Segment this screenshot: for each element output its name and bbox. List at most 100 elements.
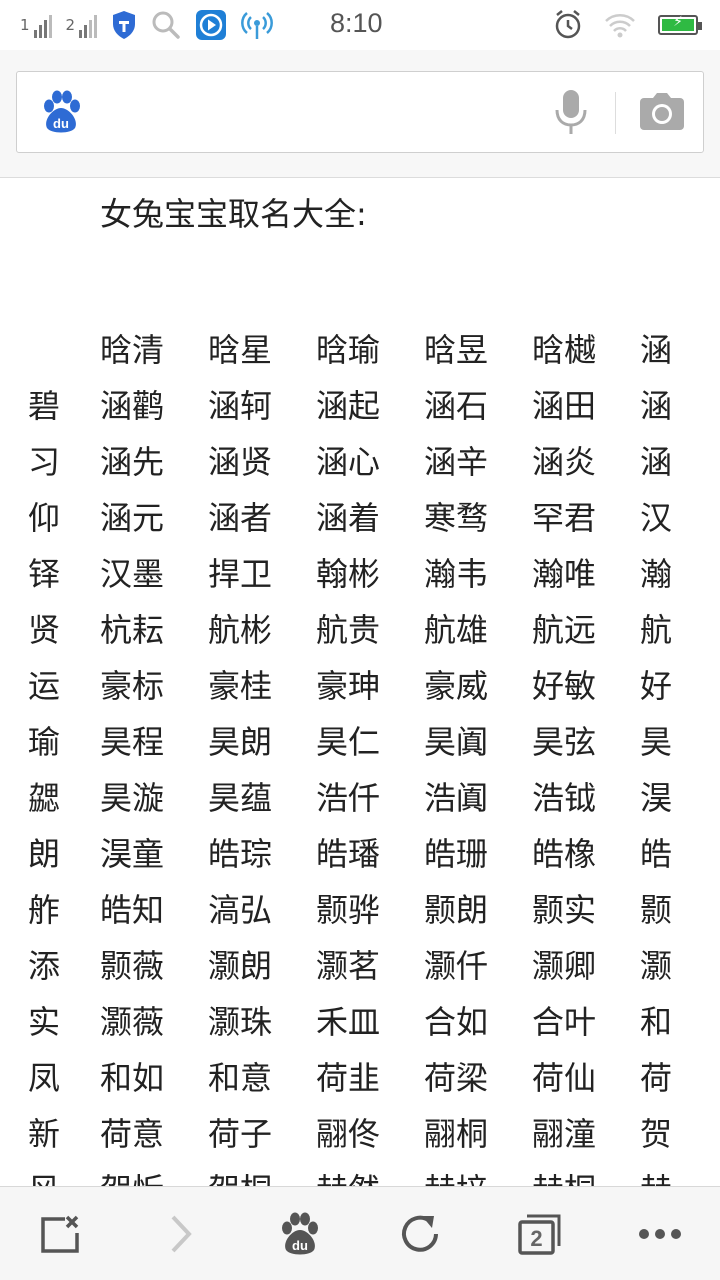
- baidu-home-button[interactable]: du: [240, 1187, 360, 1280]
- baidu-paw-logo-icon[interactable]: du: [39, 88, 83, 136]
- battery-icon: ⚡: [658, 14, 702, 35]
- close-page-icon: [41, 1215, 79, 1253]
- name-cell: 汉: [640, 499, 673, 537]
- tabs-icon: 2: [518, 1214, 561, 1255]
- name-cell: 涵: [640, 387, 673, 425]
- name-cell: 晗清: [100, 331, 165, 369]
- name-cell: 灏朗: [208, 947, 273, 985]
- name-cell: 仰: [28, 499, 61, 537]
- name-cell: 风: [28, 1162, 60, 1186]
- names-row: 晗清 晗星 晗瑜 晗昱 晗樾 涵: [0, 322, 720, 378]
- name-cell: 和: [640, 1003, 673, 1041]
- name-cell: 涵者: [208, 499, 273, 537]
- name-cell: 和意: [208, 1059, 273, 1097]
- name-cell: 荷韭: [316, 1059, 381, 1097]
- name-cell: 皓珊: [424, 835, 489, 873]
- name-cell: 习: [28, 443, 61, 481]
- baidu-paw-home-icon: du: [282, 1212, 318, 1255]
- status-left-icons: 1 2: [20, 9, 274, 41]
- name-cell: 颢薇: [100, 947, 165, 985]
- name-cell: 浩仟: [316, 779, 381, 817]
- names-row: 新 荷意 荷子 翮佟 翮桐 翮潼 贺: [0, 1106, 720, 1162]
- name-cell: 赫然: [316, 1162, 380, 1186]
- name-cell: 昊阗: [424, 723, 489, 761]
- charging-bolt-icon: ⚡: [673, 14, 683, 30]
- tabs-button[interactable]: 2: [480, 1187, 600, 1280]
- name-cell: 颢朗: [424, 891, 489, 929]
- name-cell: 翮桐: [424, 1115, 489, 1153]
- names-row: 添 颢薇 灏朗 灏茗 灏仟 灏卿 灏: [0, 938, 720, 994]
- name-cell: 滈弘: [208, 891, 273, 929]
- hotspot-status-icon: [241, 12, 274, 39]
- name-cell: 荷: [640, 1059, 673, 1097]
- name-cell: 涵贤: [208, 443, 273, 481]
- name-cell: 好: [640, 667, 673, 705]
- name-cell: 涵轲: [208, 387, 273, 425]
- name-cell: 灏薇: [100, 1003, 165, 1041]
- article-heading: 女兔宝宝取名大全:: [100, 195, 367, 233]
- name-cell: 昊蕴: [208, 779, 273, 817]
- refresh-button[interactable]: [360, 1187, 480, 1280]
- name-cell: 舴: [28, 891, 61, 929]
- name-cell: 实: [28, 1003, 61, 1041]
- search-box[interactable]: du: [16, 71, 704, 153]
- name-cell: 汉墨: [100, 555, 165, 593]
- name-cell: 瑜: [28, 723, 61, 761]
- names-row: 舴 皓知 滈弘 颢骅 颢朗 颢实 颢: [0, 882, 720, 938]
- name-cell: 涵鹳: [100, 387, 165, 425]
- name-cell: 灏仟: [424, 947, 489, 985]
- name-cell: 颢: [640, 891, 673, 929]
- name-cell: 瀚韦: [424, 555, 489, 593]
- forward-button[interactable]: [120, 1187, 240, 1280]
- name-cell: 皓琮: [208, 835, 273, 873]
- name-cell: 涵田: [532, 387, 597, 425]
- name-cell: 和如: [100, 1059, 165, 1097]
- name-cell: 涵着: [316, 499, 381, 537]
- name-cell: 贤: [28, 611, 61, 649]
- name-cell: 豪标: [100, 667, 165, 705]
- name-cell: 涵: [640, 331, 673, 369]
- more-dots-icon: [639, 1229, 681, 1239]
- names-row: 碧 涵鹳 涵轲 涵起 涵石 涵田 涵: [0, 378, 720, 434]
- name-cell: 新: [28, 1115, 61, 1153]
- name-cell: 好敏: [532, 667, 597, 705]
- name-cell: 豪桂: [208, 667, 273, 705]
- name-cell: 瀚: [640, 555, 673, 593]
- names-row: 贤 杭耘 航彬 航贵 航雄 航远 航: [0, 602, 720, 658]
- name-cell: 捍卫: [208, 555, 273, 593]
- name-cell: 赫培: [424, 1162, 488, 1186]
- name-cell: 淏: [640, 779, 673, 817]
- names-row: 瑜 昊程 昊朗 昊仁 昊阗 昊弦 昊: [0, 714, 720, 770]
- names-row: 朗 淏童 皓琮 皓璠 皓珊 皓橡 皓: [0, 826, 720, 882]
- names-row: 铎 汉墨 捍卫 翰彬 瀚韦 瀚唯 瀚: [0, 546, 720, 602]
- name-cell: 荷仙: [532, 1059, 597, 1097]
- camera-icon[interactable]: [639, 92, 685, 132]
- name-cell: 晗瑜: [316, 331, 381, 369]
- name-cell: 浩阗: [424, 779, 489, 817]
- name-cell: 荷子: [208, 1115, 273, 1153]
- name-cell: 浩钺: [532, 779, 597, 817]
- name-cell: 豪威: [424, 667, 489, 705]
- names-row: 勰 昊漩 昊蕴 浩仟 浩阗 浩钺 淏: [0, 770, 720, 826]
- name-cell: 涵炎: [532, 443, 597, 481]
- name-cell: 航彬: [208, 611, 273, 649]
- search-input[interactable]: [103, 86, 543, 138]
- names-row: 运 豪标 豪桂 豪珅 豪威 好敏 好: [0, 658, 720, 714]
- name-cell: 涵起: [316, 387, 381, 425]
- close-page-button[interactable]: [0, 1187, 120, 1280]
- name-cell: 翮潼: [532, 1115, 597, 1153]
- name-cell: 碧: [28, 387, 61, 425]
- name-cell: 寒骛: [424, 499, 489, 537]
- video-player-status-icon: [196, 10, 227, 40]
- microphone-icon[interactable]: [553, 88, 589, 136]
- name-cell: 荷梁: [424, 1059, 489, 1097]
- more-menu-button[interactable]: [600, 1187, 720, 1280]
- name-cell: 晗昱: [424, 331, 489, 369]
- name-cell: 皓璠: [316, 835, 381, 873]
- name-cell: 翰彬: [316, 555, 381, 593]
- name-cell: 赫桐: [532, 1162, 596, 1186]
- signal-sim2-icon: 2: [66, 12, 98, 38]
- search-status-icon: [152, 11, 180, 39]
- name-cell: 勰: [28, 779, 61, 817]
- names-row: 习 涵先 涵贤 涵心 涵辛 涵炎 涵: [0, 434, 720, 490]
